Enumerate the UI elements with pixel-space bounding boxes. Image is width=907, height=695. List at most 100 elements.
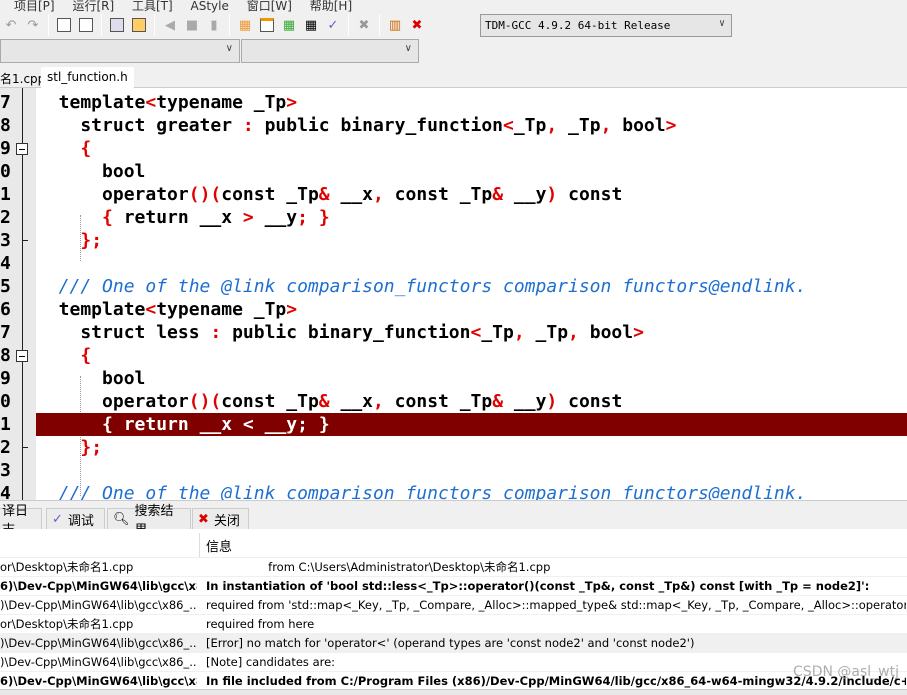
line-number: 2 xyxy=(0,437,11,458)
header-message: 信息 xyxy=(206,540,233,555)
compiler-value: TDM-GCC 4.9.2 64-bit Release xyxy=(485,19,671,32)
status-bar xyxy=(0,689,907,695)
line-number: 1 xyxy=(0,184,11,205)
code-line[interactable]: 3 }; xyxy=(0,229,907,252)
chevron-down-icon: ∨ xyxy=(404,43,412,54)
compiler-select[interactable]: TDM-GCC 4.9.2 64-bit Release ∨ xyxy=(480,14,732,37)
message-file: 6)\Dev-Cpp\MinGW64\lib\gcc\x8... xyxy=(0,579,197,593)
chart-icon[interactable]: ▥ xyxy=(386,16,404,34)
tab-stl-function-h[interactable]: stl_function.h xyxy=(41,67,134,88)
tab-label: 关闭 xyxy=(213,513,240,529)
check-icon: ✓ xyxy=(52,511,63,527)
menu-project[interactable]: 项目[P] xyxy=(14,0,55,13)
code-line[interactable]: 8 { xyxy=(0,344,907,367)
tiles-icon[interactable]: ▦ xyxy=(302,16,320,34)
new-project-icon[interactable]: ▦ xyxy=(236,16,254,34)
check-icon[interactable]: ✓ xyxy=(324,16,342,34)
code-line[interactable]: 2 { return __x > __y; } xyxy=(0,206,907,229)
redo-icon[interactable]: ↷ xyxy=(24,16,42,34)
code-line[interactable]: 2 }; xyxy=(0,436,907,459)
fold-toggle-icon[interactable] xyxy=(16,350,28,362)
bottom-panel: 译日志 ✓调试 🔍︎搜索结果 ✖关闭 信息 or\Desktop\未命名1.cp… xyxy=(0,500,907,695)
code-text: }; xyxy=(80,437,103,458)
code-text: template<typename _Tp> xyxy=(37,92,298,113)
class-select[interactable]: ∨ xyxy=(0,39,240,63)
toolbar: ↶ ↷ ◀ ■ ▮ ▦ ▦ ▦ ✓ ✖ ▥ ✖ xyxy=(0,11,907,39)
code-text: struct greater : public binary_function<… xyxy=(37,115,677,136)
message-file: or\Desktop\未命名1.cpp xyxy=(0,560,134,574)
code-line[interactable]: 7 struct less : public binary_function<_… xyxy=(0,321,907,344)
unindent-icon[interactable] xyxy=(130,16,148,34)
message-row[interactable]: or\Desktop\未命名1.cpp from C:\Users\Admini… xyxy=(0,557,907,576)
line-number: 7 xyxy=(0,92,11,113)
bookmark-prev-icon[interactable]: ◀ xyxy=(161,16,179,34)
fold-toggle-icon[interactable] xyxy=(16,143,28,155)
code-editor[interactable]: 7 template<typename _Tp> 8 struct greater… xyxy=(0,88,907,500)
message-row[interactable]: 6)\Dev-Cpp\MinGW64\lib\gcc\x8... In file … xyxy=(0,671,907,690)
delete-icon[interactable]: ✖ xyxy=(355,16,373,34)
message-file: )\Dev-Cpp\MinGW64\lib\gcc\x86_... xyxy=(0,655,197,669)
undo-icon[interactable]: ↶ xyxy=(2,16,20,34)
code-line[interactable]: 7 template<typename _Tp> xyxy=(0,91,907,114)
message-row[interactable]: 6)\Dev-Cpp\MinGW64\lib\gcc\x8... In insta… xyxy=(0,576,907,595)
message-text: required from here xyxy=(206,617,315,631)
message-row[interactable]: )\Dev-Cpp\MinGW64\lib\gcc\x86_... [Note] … xyxy=(0,652,907,671)
replace-icon[interactable] xyxy=(77,16,95,34)
menu-window[interactable]: 窗口[W] xyxy=(247,0,292,13)
tab-label: 调试 xyxy=(67,513,94,529)
line-number: 7 xyxy=(0,322,11,343)
member-select[interactable]: ∨ xyxy=(241,39,419,63)
code-text: { xyxy=(80,345,92,366)
line-number: 5 xyxy=(0,276,11,297)
code-line[interactable]: 0 operator()(const _Tp& __x, const _Tp& … xyxy=(0,390,907,413)
stop-icon[interactable]: ✖ xyxy=(408,16,426,34)
find-icon[interactable] xyxy=(55,16,73,34)
code-line[interactable]: 0 bool xyxy=(0,160,907,183)
messages-header: 信息 xyxy=(0,529,907,557)
tab-close[interactable]: ✖ 关闭 xyxy=(192,508,249,530)
message-file: )\Dev-Cpp\MinGW64\lib\gcc\x86_... xyxy=(0,598,197,612)
code-line[interactable]: 5 /// One of the @link comparison_functo… xyxy=(0,275,907,298)
code-line[interactable]: 8 struct greater : public binary_functio… xyxy=(0,114,907,137)
code-text: { return __x > __y; } xyxy=(102,207,330,228)
line-number: 9 xyxy=(0,368,11,389)
code-line[interactable]: 6 template<typename _Tp> xyxy=(0,298,907,321)
bookmark-next-icon[interactable]: ■ xyxy=(183,16,201,34)
menu-help[interactable]: 帮助[H] xyxy=(310,0,352,13)
tab-search-results[interactable]: 🔍︎搜索结果 xyxy=(107,504,191,538)
code-text: operator()(const _Tp& __x, const _Tp& __… xyxy=(37,184,623,205)
code-text: operator()(const _Tp& __x, const _Tp& __… xyxy=(37,391,623,412)
indent-icon[interactable] xyxy=(108,16,126,34)
message-text: required from 'std::map<_Key, _Tp, _Comp… xyxy=(206,598,906,612)
message-row[interactable]: or\Desktop\未命名1.cpp required from here xyxy=(0,614,907,633)
code-line[interactable]: 3 xyxy=(0,459,907,482)
tab-compile-log[interactable]: 译日志 xyxy=(0,504,42,538)
code-line[interactable]: 9 { xyxy=(0,137,907,160)
bookmark-icon[interactable]: ▮ xyxy=(205,16,223,34)
message-row[interactable]: )\Dev-Cpp\MinGW64\lib\gcc\x86_... require… xyxy=(0,595,907,614)
class-browser-icon[interactable]: ▦ xyxy=(280,16,298,34)
message-text: [Error] no match for 'operator<' (operan… xyxy=(206,636,695,650)
close-icon: ✖ xyxy=(198,511,209,527)
line-number: 8 xyxy=(0,115,11,136)
code-line[interactable]: 4 /// One of the @link comparison_functo… xyxy=(0,482,907,500)
line-number: 3 xyxy=(0,460,11,481)
code-text: /// One of the @link comparison_functors… xyxy=(37,483,807,500)
message-text: In instantiation of 'bool std::less<_Tp>… xyxy=(206,579,870,593)
code-line[interactable]: 1 operator()(const _Tp& __x, const _Tp& … xyxy=(0,183,907,206)
message-text: from C:\Users\Administrator\Desktop\未命名1… xyxy=(206,560,551,574)
code-line-error[interactable]: 1 { return __x < __y; } xyxy=(0,413,907,436)
line-number: 2 xyxy=(0,207,11,228)
tab-debug[interactable]: ✓ 调试 xyxy=(46,508,105,530)
menu-astyle[interactable]: AStyle xyxy=(191,0,229,13)
message-row[interactable]: )\Dev-Cpp\MinGW64\lib\gcc\x86_... [Error]… xyxy=(0,633,907,652)
message-file: )\Dev-Cpp\MinGW64\lib\gcc\x86_... xyxy=(0,636,197,650)
menu-tools[interactable]: 工具[T] xyxy=(132,0,173,13)
code-text: }; xyxy=(80,230,103,251)
message-file: or\Desktop\未命名1.cpp xyxy=(0,617,134,631)
menu-run[interactable]: 运行[R] xyxy=(72,0,114,13)
window-icon[interactable] xyxy=(258,16,276,34)
code-line[interactable]: 9 bool xyxy=(0,367,907,390)
code-line[interactable]: 4 xyxy=(0,252,907,275)
code-text: { xyxy=(80,138,92,159)
